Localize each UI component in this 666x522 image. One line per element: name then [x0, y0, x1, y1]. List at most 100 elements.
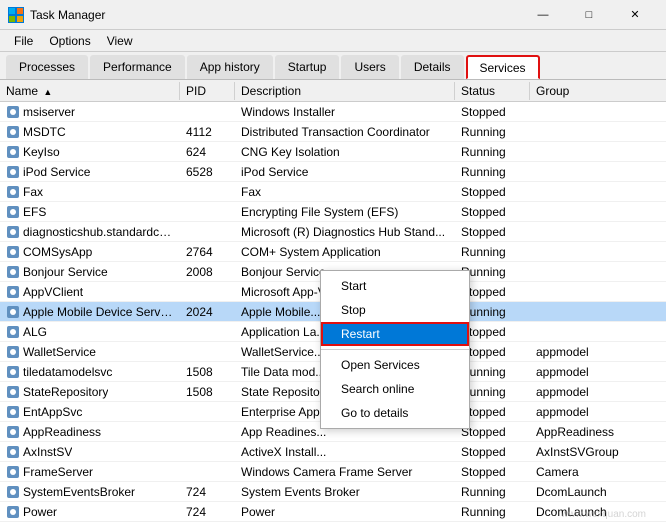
- cell-group: [530, 170, 630, 174]
- close-button[interactable]: ✕: [612, 4, 658, 26]
- tab-details[interactable]: Details: [401, 55, 464, 79]
- cell-name: msiserver: [0, 103, 180, 121]
- maximize-button[interactable]: □: [566, 4, 612, 26]
- tab-startup[interactable]: Startup: [275, 55, 340, 79]
- app-icon: [8, 7, 24, 23]
- table-row[interactable]: KeyIso624CNG Key IsolationRunning: [0, 142, 666, 162]
- table-row[interactable]: FrameServerWindows Camera Frame ServerSt…: [0, 462, 666, 482]
- service-icon: [6, 265, 20, 279]
- col-header-pid[interactable]: PID: [180, 82, 235, 100]
- col-header-name[interactable]: Name ▲: [0, 82, 180, 100]
- cell-name-text: diagnosticshub.standardco...: [23, 225, 174, 239]
- table-row[interactable]: MSDTC4112Distributed Transaction Coordin…: [0, 122, 666, 142]
- table-container: Name ▲ PID Description Status Group msis…: [0, 80, 666, 522]
- cell-name-text: COMSysApp: [23, 245, 92, 259]
- cell-description: COM+ System Application: [235, 243, 455, 261]
- table-row[interactable]: AxInstSV ActiveX Install...StoppedAxInstS…: [0, 442, 666, 462]
- table-row[interactable]: FaxFaxStopped: [0, 182, 666, 202]
- tab-users[interactable]: Users: [341, 55, 398, 79]
- context-item-start[interactable]: Start: [321, 274, 469, 298]
- cell-name: Bonjour Service: [0, 263, 180, 281]
- cell-group: [530, 110, 630, 114]
- cell-description: Windows Installer: [235, 103, 455, 121]
- cell-description: Distributed Transaction Coordinator: [235, 123, 455, 141]
- cell-group: [530, 210, 630, 214]
- service-icon: [6, 325, 20, 339]
- cell-name: Power: [0, 503, 180, 521]
- cell-group: [530, 130, 630, 134]
- tab-performance[interactable]: Performance: [90, 55, 185, 79]
- cell-status: Stopped: [455, 443, 530, 461]
- table-row[interactable]: COMSysApp2764COM+ System ApplicationRunn…: [0, 242, 666, 262]
- menu-item-options[interactable]: Options: [41, 32, 98, 50]
- table-row[interactable]: EFSEncrypting File System (EFS)Stopped: [0, 202, 666, 222]
- menu-item-view[interactable]: View: [99, 32, 141, 50]
- cell-name-text: AxInstSV: [23, 445, 72, 459]
- menu-item-file[interactable]: File: [6, 32, 41, 50]
- cell-name: Fax: [0, 183, 180, 201]
- cell-name: KeyIso: [0, 143, 180, 161]
- cell-name: COMSysApp: [0, 243, 180, 261]
- service-icon: [6, 205, 20, 219]
- service-icon: [6, 345, 20, 359]
- service-icon: [6, 365, 20, 379]
- service-icon: [6, 505, 20, 519]
- cell-pid: 4112: [180, 123, 235, 141]
- minimize-button[interactable]: —: [520, 4, 566, 26]
- service-icon: [6, 225, 20, 239]
- col-header-status[interactable]: Status: [455, 82, 530, 100]
- cell-status: Running: [455, 143, 530, 161]
- cell-group: Camera: [530, 463, 630, 481]
- tab-services[interactable]: Services: [466, 55, 540, 79]
- cell-name-text: EntAppSvc: [23, 405, 82, 419]
- tab-app-history[interactable]: App history: [187, 55, 273, 79]
- cell-name-text: msiserver: [23, 105, 75, 119]
- cell-pid: [180, 230, 235, 234]
- cell-group: appmodel: [530, 403, 630, 421]
- table-row[interactable]: iPod Service6528iPod ServiceRunning: [0, 162, 666, 182]
- cell-pid: [180, 190, 235, 194]
- cell-group: [530, 150, 630, 154]
- table-row[interactable]: SystemEventsBroker724System Events Broke…: [0, 482, 666, 502]
- cell-pid: 1508: [180, 383, 235, 401]
- cell-name: AppReadiness: [0, 423, 180, 441]
- col-header-group[interactable]: Group: [530, 82, 630, 100]
- cell-name-text: StateRepository: [23, 385, 108, 399]
- cell-name: diagnosticshub.standardco...: [0, 223, 180, 241]
- context-item-restart[interactable]: Restart: [321, 322, 469, 346]
- cell-description: Fax: [235, 183, 455, 201]
- context-item-open-services[interactable]: Open Services: [321, 353, 469, 377]
- cell-name: Apple Mobile Device Service: [0, 303, 180, 321]
- cell-status: Running: [455, 503, 530, 521]
- cell-group: AxInstSVGroup: [530, 443, 630, 461]
- cell-pid: 624: [180, 143, 235, 161]
- cell-description: System Events Broker: [235, 483, 455, 501]
- sort-icon: ▲: [43, 87, 52, 97]
- context-item-stop[interactable]: Stop: [321, 298, 469, 322]
- cell-description: ActiveX Install...: [235, 443, 455, 461]
- context-item-go-to-details[interactable]: Go to details: [321, 401, 469, 425]
- cell-name-text: SystemEventsBroker: [23, 485, 135, 499]
- tab-bar: ProcessesPerformanceApp historyStartupUs…: [0, 52, 666, 80]
- cell-name: EntAppSvc: [0, 403, 180, 421]
- menu-bar: FileOptionsView: [0, 30, 666, 52]
- service-icon: [6, 485, 20, 499]
- cell-name: AppVClient: [0, 283, 180, 301]
- cell-group: [530, 250, 630, 254]
- table-row[interactable]: diagnosticshub.standardco...Microsoft (R…: [0, 222, 666, 242]
- cell-name-text: Power: [23, 505, 57, 519]
- cell-name-text: Fax: [23, 185, 43, 199]
- table-row[interactable]: msiserver Windows InstallerStopped: [0, 102, 666, 122]
- context-item-search-online[interactable]: Search online: [321, 377, 469, 401]
- cell-pid: 1508: [180, 363, 235, 381]
- cell-status: Stopped: [455, 103, 530, 121]
- tab-processes[interactable]: Processes: [6, 55, 88, 79]
- col-header-description[interactable]: Description: [235, 82, 455, 100]
- cell-status: Stopped: [455, 463, 530, 481]
- service-icon: [6, 125, 20, 139]
- cell-name: StateRepository: [0, 383, 180, 401]
- cell-description: Encrypting File System (EFS): [235, 203, 455, 221]
- cell-name-text: Bonjour Service: [23, 265, 108, 279]
- cell-pid: [180, 430, 235, 434]
- cell-name: MSDTC: [0, 123, 180, 141]
